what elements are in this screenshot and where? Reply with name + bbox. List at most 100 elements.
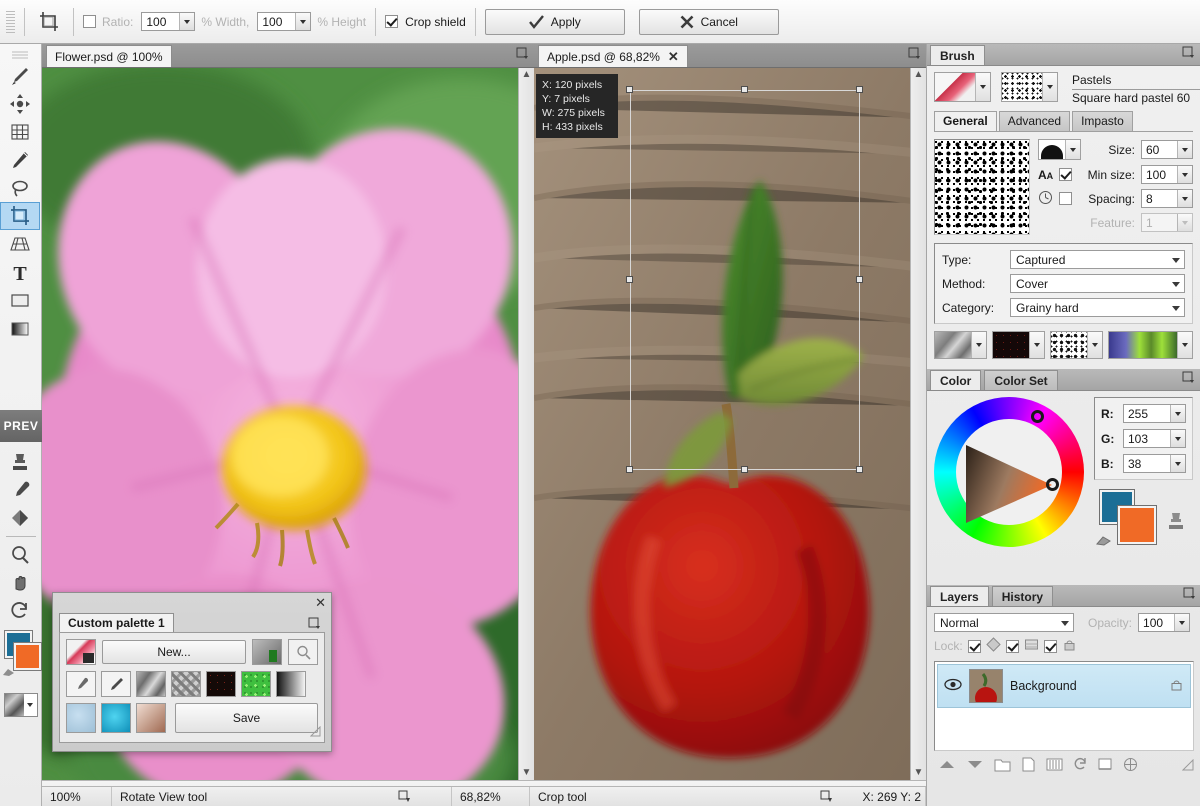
lock-transparency-checkbox[interactable] [967, 639, 981, 653]
sidebar-item-lasso-tool[interactable] [0, 174, 40, 202]
sidebar-item-text-tool[interactable]: T [0, 258, 40, 286]
move-layer-down-icon[interactable] [966, 758, 984, 774]
min-size-stepper-icon[interactable] [1177, 166, 1192, 183]
layers-list[interactable]: Background [934, 661, 1194, 751]
sidebar-item-brush-tool[interactable] [0, 62, 40, 90]
crop-handle-mid-right[interactable] [856, 276, 863, 283]
tab-history[interactable]: History [991, 586, 1054, 606]
b-stepper-icon[interactable] [1170, 455, 1185, 472]
rotate-canvas-icon[interactable] [820, 790, 833, 806]
custom-palette-titlebar[interactable]: ✕ [53, 593, 331, 613]
gradient-swatch-4[interactable] [136, 703, 166, 733]
scroll-down-icon[interactable]: ▼ [914, 766, 924, 780]
sidebar-item-shape-tool[interactable] [0, 286, 40, 314]
scroll-down-icon[interactable]: ▼ [522, 766, 532, 780]
crop-shield-checkbox[interactable] [385, 15, 399, 28]
sidebar-item-paint-bucket-tool[interactable] [0, 504, 40, 532]
gradient-selector[interactable] [1108, 331, 1193, 359]
resize-grip-icon[interactable] [309, 725, 321, 740]
chevron-down-icon[interactable] [1065, 140, 1080, 159]
chevron-down-icon[interactable] [1087, 332, 1102, 358]
size-input[interactable]: 60 [1141, 140, 1193, 159]
new-layer-icon[interactable] [1021, 757, 1036, 775]
sidebar-item-gradient-tool[interactable] [0, 314, 40, 342]
texture-swatch-2[interactable] [171, 671, 201, 697]
texture-swatch-4[interactable] [241, 671, 271, 697]
tab-color-set[interactable]: Color Set [984, 370, 1058, 390]
close-icon[interactable]: ✕ [315, 595, 326, 611]
gradient-swatch-3[interactable] [101, 703, 131, 733]
sidebar-item-eyedropper-tool[interactable] [0, 476, 40, 504]
sidebar-item-crop-tool[interactable] [0, 202, 40, 230]
layer-visibility-icon[interactable] [944, 678, 962, 694]
canvas-vertical-scrollbar-flower[interactable]: ▲ ▼ [518, 68, 534, 780]
custom-palette-window[interactable]: ✕ Custom palette 1 New... Save [52, 592, 332, 752]
crop-selection-rectangle[interactable] [630, 90, 860, 470]
g-input[interactable]: 103 [1123, 429, 1186, 448]
color-picker-hand-icon[interactable] [2, 665, 16, 677]
opacity-stepper-icon[interactable] [1174, 614, 1190, 631]
blend-mode-dropdown[interactable]: Normal [934, 613, 1074, 632]
crop-handle-top-right[interactable] [856, 86, 863, 93]
delete-layer-icon[interactable] [1123, 757, 1138, 775]
tab-brush[interactable]: Brush [930, 45, 985, 65]
canvas-vertical-scrollbar-apple[interactable]: ▲ ▼ [910, 68, 926, 780]
panel-menu-icon[interactable] [1183, 587, 1196, 603]
primary-color-swatch[interactable] [13, 642, 42, 671]
scroll-up-icon[interactable]: ▲ [522, 68, 532, 82]
panel-menu-icon[interactable] [308, 617, 321, 633]
document-menu-icon[interactable] [908, 47, 921, 63]
eyedropper-swatch-button[interactable] [66, 671, 96, 697]
clone-color-icon[interactable] [1165, 510, 1187, 532]
crop-handle-bottom-center[interactable] [741, 466, 748, 473]
palette-tool-swatch[interactable] [252, 639, 282, 665]
crop-handle-top-center[interactable] [741, 86, 748, 93]
grain-selector[interactable] [1050, 331, 1103, 359]
primary-color-swatch[interactable] [1117, 505, 1157, 545]
saturation-marker[interactable] [1046, 478, 1059, 491]
duplicate-layer-icon[interactable] [1098, 757, 1113, 775]
sidebar-item-perspective-tool[interactable] [0, 230, 40, 258]
gradient-swatch-1[interactable] [276, 671, 306, 697]
saturation-triangle[interactable] [934, 397, 1086, 549]
texture-swatch-3[interactable] [206, 671, 236, 697]
scroll-up-icon[interactable]: ▲ [914, 68, 924, 82]
crop-handle-top-left[interactable] [626, 86, 633, 93]
method-dropdown[interactable]: Cover [1010, 274, 1185, 293]
dynamic-plugin-icon[interactable] [1073, 757, 1088, 775]
paper-selector[interactable] [934, 331, 987, 359]
sidebar-item-zoom-tool[interactable] [0, 541, 40, 569]
type-dropdown[interactable]: Captured [1010, 250, 1185, 269]
pattern-swatch[interactable] [4, 693, 38, 717]
crop-handle-bottom-left[interactable] [626, 466, 633, 473]
ratio-checkbox[interactable] [83, 15, 96, 28]
chevron-down-icon[interactable] [1029, 332, 1044, 358]
save-palette-button[interactable]: Save [175, 703, 318, 733]
sidebar-item-move-tool[interactable] [0, 90, 40, 118]
preview-toggle-bar[interactable]: PREV [0, 410, 42, 442]
cancel-button[interactable]: Cancel [638, 8, 779, 35]
sidebar-item-rotate-view-tool[interactable] [0, 597, 40, 625]
layer-lock-icon[interactable] [1169, 677, 1184, 695]
ratio-input[interactable]: 100 [141, 12, 196, 31]
chevron-down-icon[interactable] [1042, 73, 1057, 101]
tab-layers[interactable]: Layers [930, 586, 989, 606]
document-menu-icon[interactable] [516, 47, 529, 63]
resize-grip-icon[interactable] [1181, 758, 1194, 774]
chevron-down-icon[interactable] [1177, 332, 1192, 358]
close-icon[interactable]: ✕ [668, 50, 679, 63]
layer-mask-icon[interactable] [1046, 757, 1063, 775]
r-input[interactable]: 255 [1123, 404, 1186, 423]
panel-menu-icon[interactable] [1182, 46, 1195, 62]
new-palette-button[interactable]: New... [102, 640, 246, 664]
brush-preview-selector[interactable] [934, 72, 991, 102]
custom-palette-tab[interactable]: Custom palette 1 [59, 613, 174, 632]
layer-row-background[interactable]: Background [937, 664, 1191, 708]
sidebar-item-clone-stamp-tool[interactable] [0, 448, 40, 476]
b-input[interactable]: 38 [1123, 454, 1186, 473]
sidebar-item-hand-tool[interactable] [0, 569, 40, 597]
spacing-input[interactable]: 8 [1141, 189, 1193, 208]
sidebar-item-magic-wand-tool[interactable] [0, 146, 40, 174]
document-tab-apple[interactable]: Apple.psd @ 68,82% ✕ [538, 45, 688, 67]
current-brush-swatch[interactable] [66, 639, 96, 665]
